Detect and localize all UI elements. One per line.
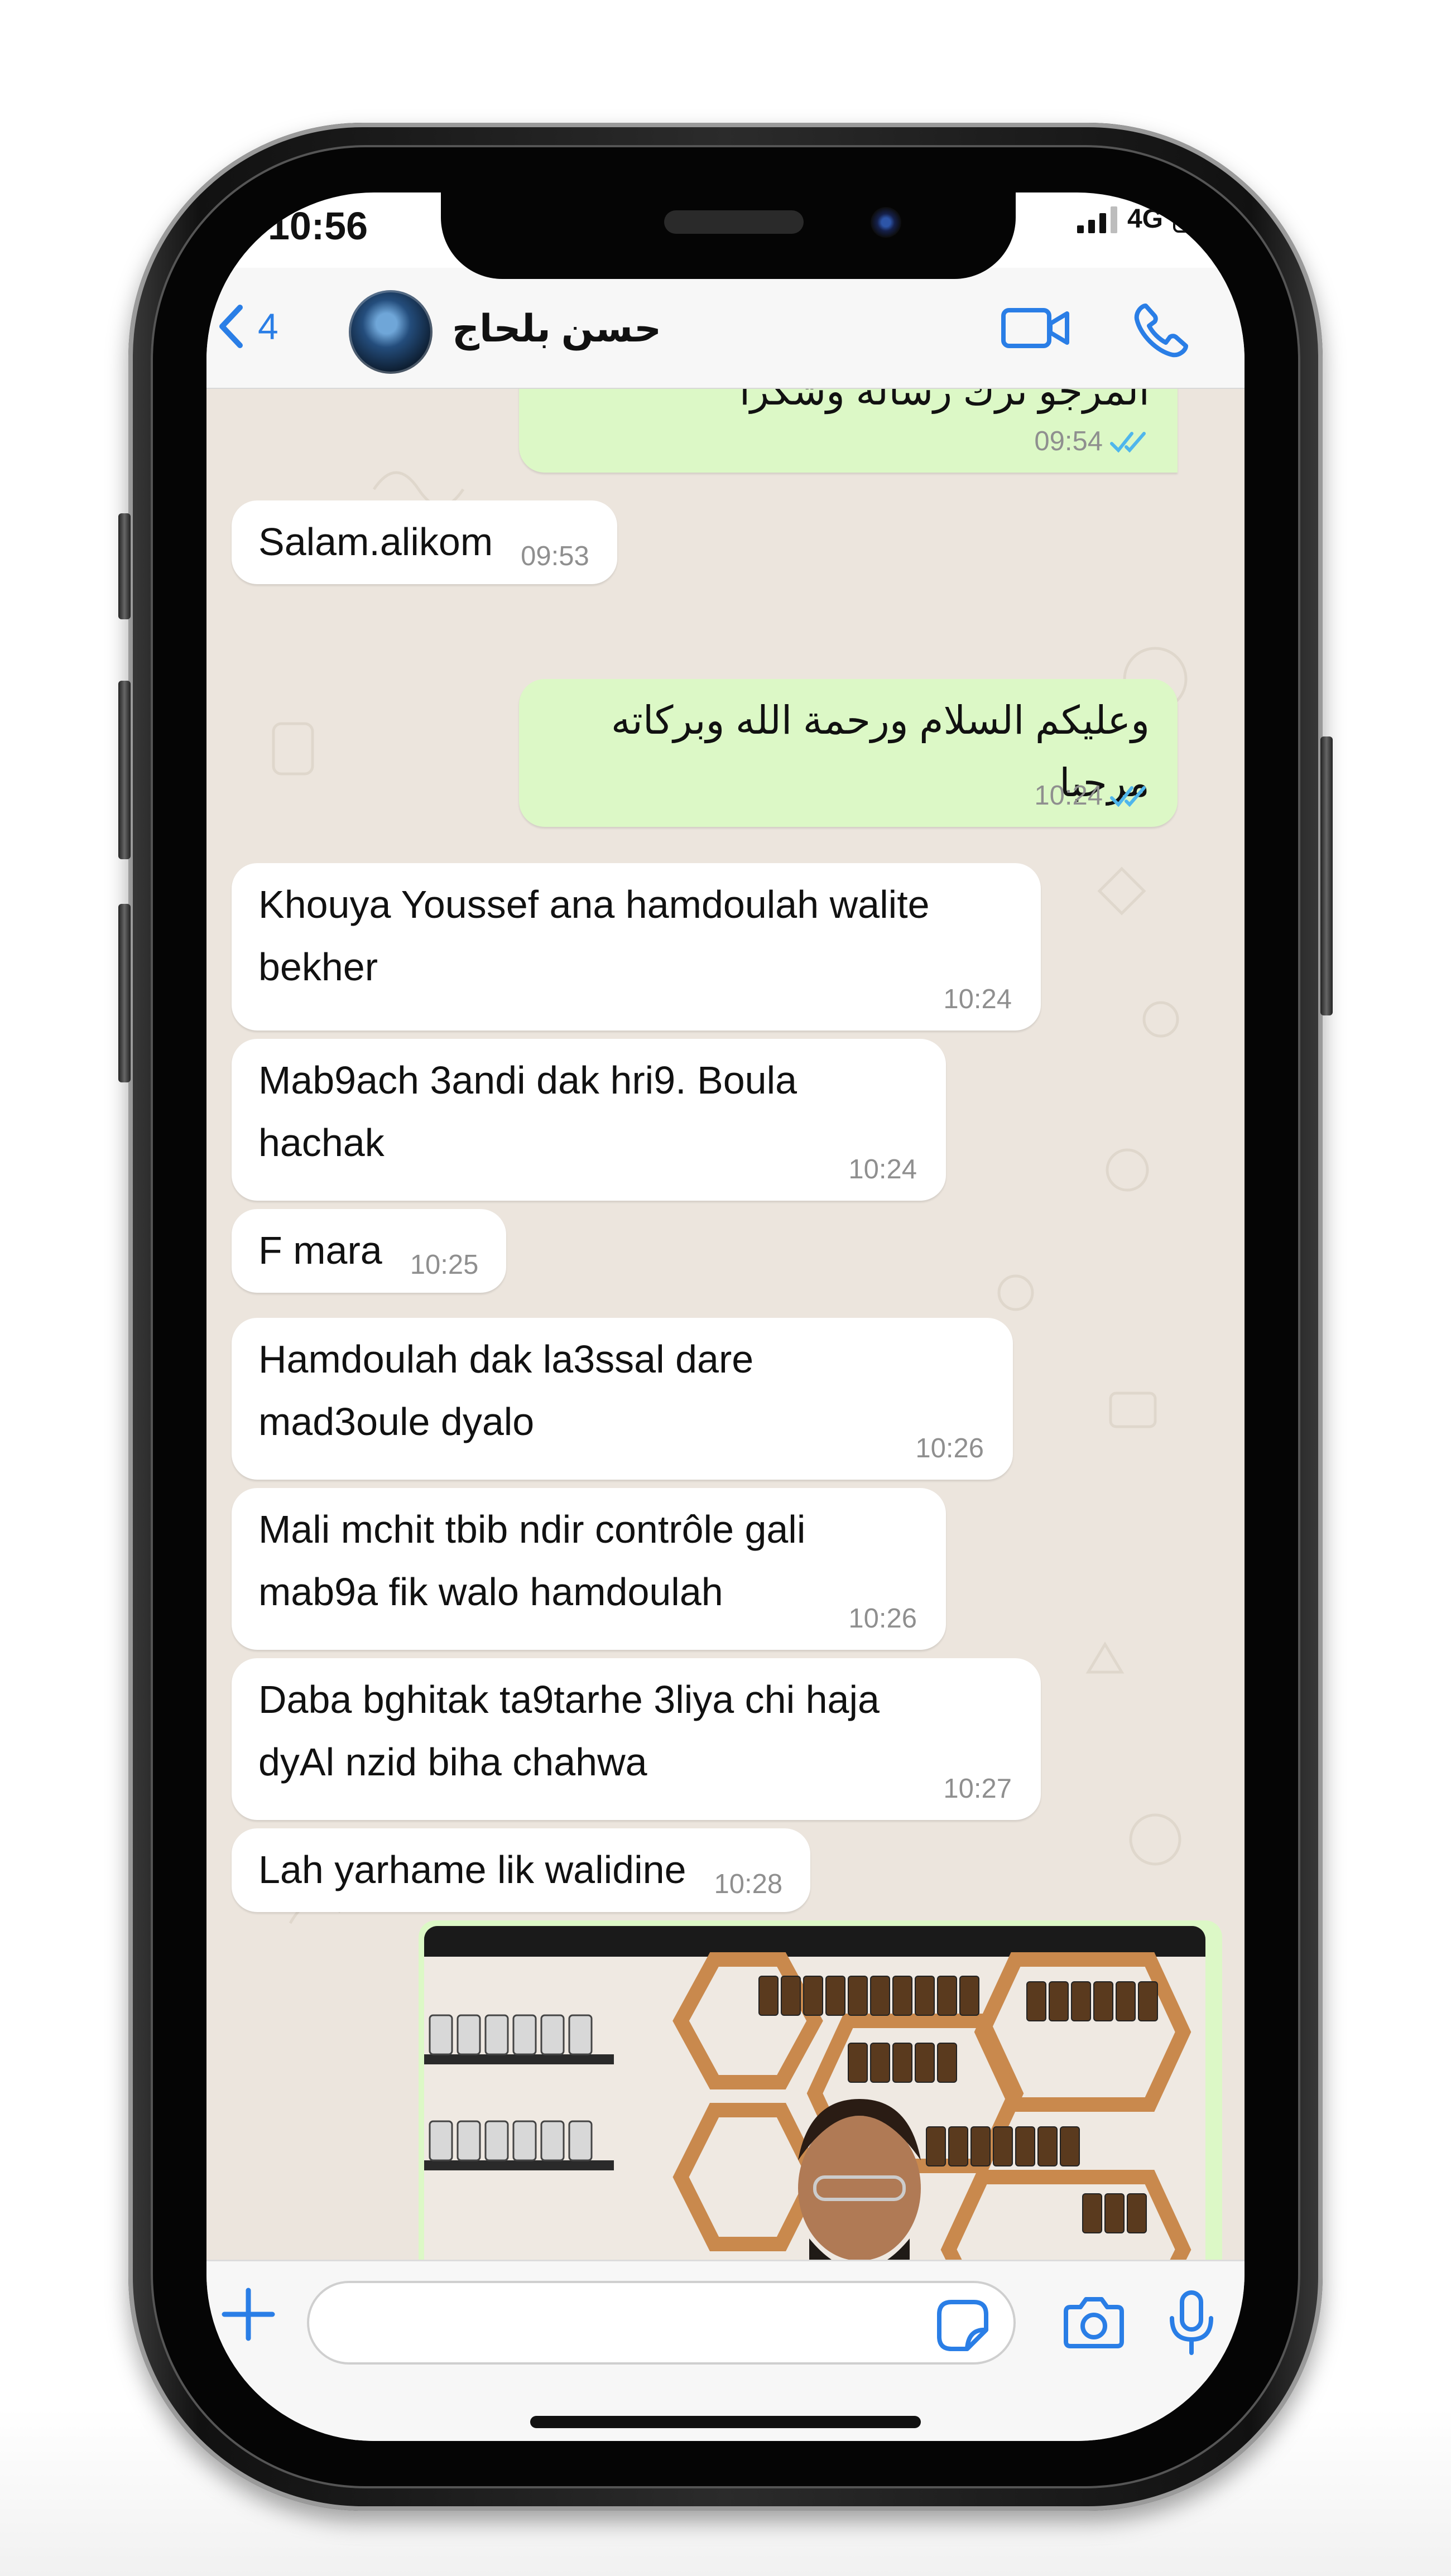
message-input[interactable] (307, 2281, 1016, 2365)
sticker-icon[interactable] (935, 2298, 991, 2353)
message-time: 10:25 (410, 1250, 479, 1280)
message-text: Daba bghitak ta9tarhe 3liya chi haja dyA… (258, 1678, 880, 1784)
message-time: 10:24 (848, 1154, 917, 1185)
message-time: 10:26 (848, 1604, 917, 1634)
video-call-icon[interactable] (999, 300, 1072, 356)
message-time: 09:53 (521, 541, 589, 571)
back-button[interactable]: 4 (218, 304, 278, 349)
message-text: Lah yarhame lik walidine (258, 1848, 686, 1891)
phone-notch (441, 192, 1016, 279)
message-bubble-incoming[interactable]: F mara 10:25 (232, 1209, 507, 1293)
message-bubble-incoming[interactable]: Daba bghitak ta9tarhe 3liya chi haja dyA… (232, 1658, 1041, 1820)
phone-screen: 10:56 4G 4 حسن بلحاج المرجو ترك رسالة وش… (206, 192, 1245, 2441)
camera-icon[interactable] (1060, 2295, 1127, 2351)
front-camera (871, 207, 901, 238)
chevron-left-icon (219, 305, 243, 348)
video-thumbnail-image (424, 1926, 1205, 2260)
message-time: 10:24 (1034, 781, 1103, 811)
earpiece-speaker (664, 210, 804, 234)
read-receipt-icon (1110, 432, 1146, 452)
unread-count: 4 (258, 306, 278, 347)
chat-area[interactable]: المرجو ترك رسالة وشكرا 09:54 Salam.aliko… (206, 389, 1245, 2260)
message-bubble-incoming[interactable]: Mali mchit tbib ndir contrôle gali mab9a… (232, 1488, 946, 1650)
message-text: Mab9ach 3andi dak hri9. Boula hachak (258, 1058, 797, 1164)
message-time: 10:26 (915, 1433, 984, 1463)
status-indicators: 4G (1077, 204, 1222, 234)
message-bubble-incoming[interactable]: Salam.alikom 09:53 (232, 500, 617, 584)
avatar[interactable] (349, 290, 433, 374)
message-time: 10:27 (943, 1774, 1012, 1804)
volume-down-button (118, 904, 131, 1082)
read-receipt-icon (1110, 786, 1146, 807)
message-bubble-incoming[interactable]: Lah yarhame lik walidine 10:28 (232, 1828, 811, 1912)
message-meta: 09:54 (1034, 425, 1149, 458)
phone-icon[interactable] (1130, 300, 1191, 362)
message-bubble-incoming[interactable]: Hamdoulah dak la3ssal dare mad3oule dyal… (232, 1318, 1013, 1480)
message-bubble-incoming[interactable]: Khouya Youssef ana hamdoulah walite bekh… (232, 863, 1041, 1031)
message-text: Khouya Youssef ana hamdoulah walite bekh… (258, 883, 930, 989)
home-indicator[interactable] (530, 2416, 921, 2428)
plus-icon[interactable] (218, 2284, 279, 2345)
microphone-icon[interactable] (1166, 2289, 1217, 2356)
message-bubble-outgoing[interactable]: وعليكم السلام ورحمة الله وبركاته مرحبا 1… (519, 679, 1178, 827)
message-bubble-outgoing[interactable]: المرجو ترك رسالة وشكرا 09:54 (519, 389, 1178, 473)
media-message-outgoing[interactable] (419, 1920, 1222, 2260)
message-text: Hamdoulah dak la3ssal dare mad3oule dyal… (258, 1337, 754, 1443)
signal-icon (1077, 205, 1117, 233)
battery-icon (1173, 205, 1222, 233)
network-label: 4G (1127, 204, 1163, 234)
message-meta: 10:24 (1034, 779, 1149, 812)
mute-switch (118, 513, 131, 619)
chat-header: 4 حسن بلحاج (206, 268, 1245, 389)
power-button (1320, 736, 1333, 1015)
phone-frame: 10:56 4G 4 حسن بلحاج المرجو ترك رسالة وش… (118, 123, 1333, 2511)
volume-up-button (118, 681, 131, 859)
composer-bar (206, 2260, 1245, 2441)
message-text: المرجو ترك رسالة وشكرا (739, 389, 1150, 413)
message-time: 09:54 (1034, 426, 1103, 456)
message-text: Salam.alikom (258, 520, 493, 564)
message-time: 10:28 (714, 1869, 783, 1899)
message-time: 10:24 (943, 984, 1012, 1014)
video-thumbnail[interactable] (424, 1926, 1205, 2260)
status-time: 10:56 (268, 204, 368, 248)
contact-name[interactable]: حسن بلحاج (452, 307, 661, 351)
message-text: F mara (258, 1229, 382, 1272)
message-text: Mali mchit tbib ndir contrôle gali mab9a… (258, 1508, 806, 1614)
message-bubble-incoming[interactable]: Mab9ach 3andi dak hri9. Boula hachak 10:… (232, 1039, 946, 1201)
